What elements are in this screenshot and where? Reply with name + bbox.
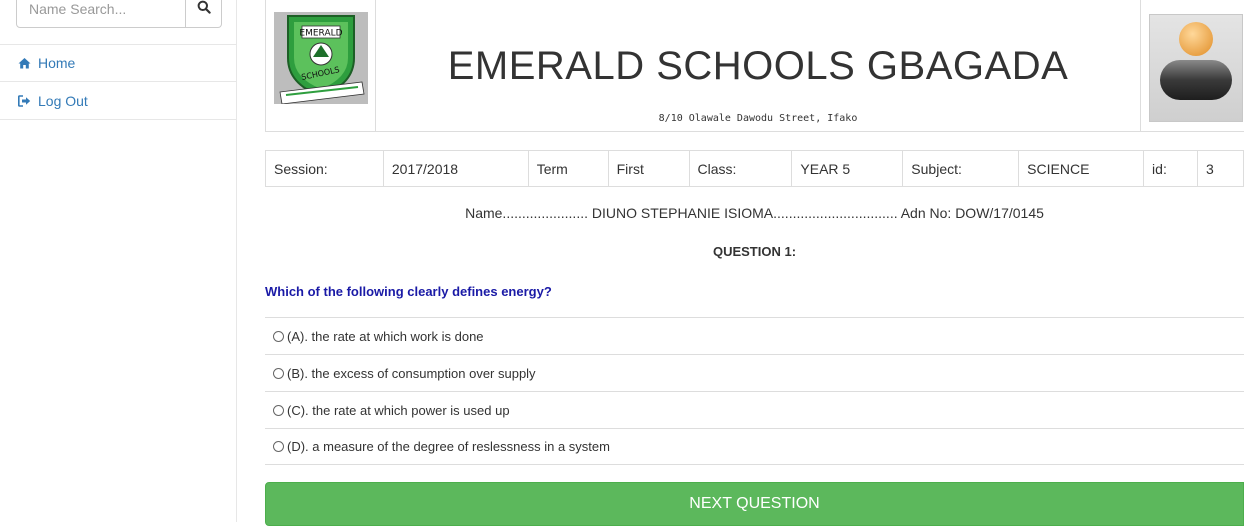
term-value: First [607,150,690,187]
radio-c[interactable] [273,404,284,416]
id-label: id: [1143,150,1198,187]
logout-icon [18,94,32,107]
info-row: Session: 2017/2018 Term First Class: YEA… [265,150,1244,187]
avatar [1149,14,1243,122]
search-input[interactable] [16,0,186,28]
class-label: Class: [688,150,793,187]
question-number: QUESTION 1: [712,244,797,259]
sidebar-item-label: Log Out [38,92,88,109]
logo-text-top: EMERALD [299,29,342,39]
radio-d[interactable] [273,441,284,452]
student-info: Name...................... DIUNO STEPHAN… [465,205,1044,221]
user-avatar-icon [1160,22,1232,100]
answer-option-d[interactable]: (D). a measure of the degree of reslessn… [265,428,1244,465]
option-label: (B). the excess of consumption over supp… [287,365,536,381]
next-question-button[interactable]: NEXT QUESTION [265,482,1244,526]
term-label: Term [527,150,609,187]
school-address: 8/10 Olawale Dawodu Street, Ifako [658,113,858,124]
subject-label: Subject: [902,150,1020,187]
sidebar-item-logout[interactable]: Log Out [0,82,236,120]
subject-value: SCIENCE [1018,150,1145,187]
school-title: EMERALD SCHOOLS GBAGADA [447,44,1069,88]
id-value: 3 [1196,150,1244,187]
sidebar: Home Log Out [0,0,237,522]
session-label: Session: [265,150,384,187]
session-value: 2017/2018 [382,150,529,187]
option-label: (A). the rate at which work is done [287,328,484,344]
school-header: EMERALD SCHOOLS EMERALD SCHOOLS GBAGADA … [265,0,1244,132]
option-label: (C). the rate at which power is used up [287,402,510,418]
avatar-cell [1140,0,1244,131]
search-icon [197,0,211,19]
sidebar-item-label: Home [38,55,76,71]
class-value: YEAR 5 [791,150,904,187]
sidebar-item-home[interactable]: Home [0,44,236,82]
answer-option-b[interactable]: (B). the excess of consumption over supp… [265,354,1244,391]
search-form [16,0,222,28]
answer-options: (A). the rate at which work is done (B).… [265,317,1244,465]
radio-b[interactable] [273,367,284,379]
logo-cell: EMERALD SCHOOLS [266,0,376,131]
school-logo: EMERALD SCHOOLS [274,12,368,105]
radio-a[interactable] [273,330,284,342]
info-table: Session: 2017/2018 Term First Class: YEA… [265,150,1244,187]
search-button[interactable] [186,0,222,28]
answer-option-a[interactable]: (A). the rate at which work is done [265,317,1244,354]
question-text: Which of the following clearly defines e… [265,284,552,299]
option-label: (D). a measure of the degree of reslessn… [287,439,610,454]
home-icon [18,57,32,69]
answer-option-c[interactable]: (C). the rate at which power is used up [265,391,1244,428]
